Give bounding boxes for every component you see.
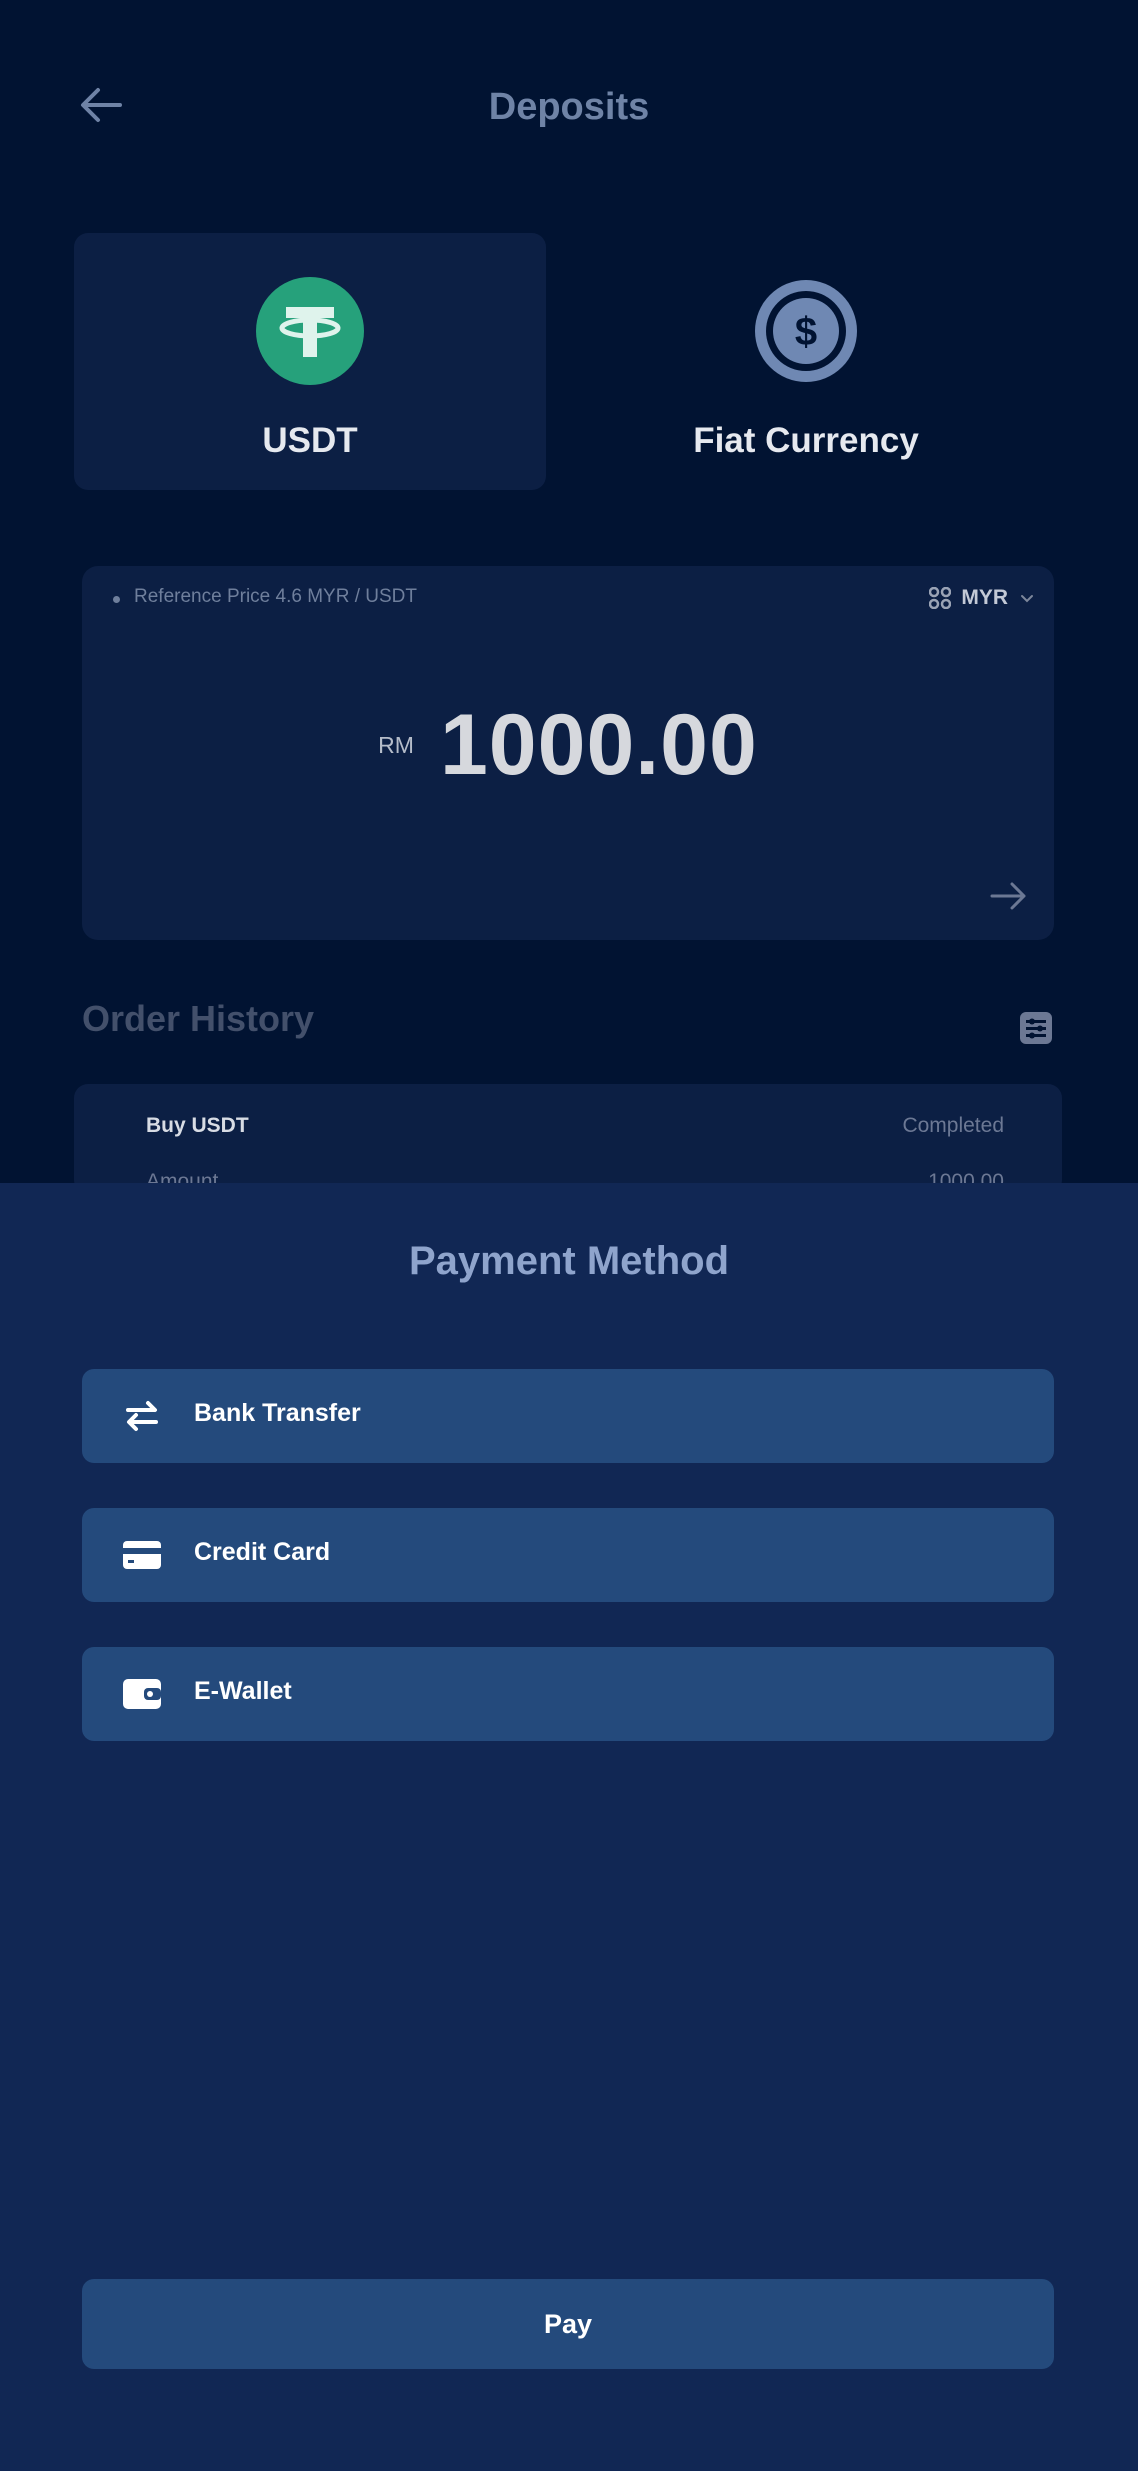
- currency-selector[interactable]: MYR: [929, 580, 1036, 616]
- payment-option-label: Bank Transfer: [194, 1399, 361, 1427]
- amount-display[interactable]: RM 1000.00: [82, 696, 1054, 795]
- wallet-icon: [123, 1679, 161, 1709]
- payment-option-label: E-Wallet: [194, 1677, 292, 1705]
- chevron-down-icon: [1021, 595, 1033, 603]
- payment-option-e-wallet[interactable]: E-Wallet: [82, 1647, 1054, 1741]
- history-filter-button[interactable]: [1018, 1010, 1054, 1046]
- amount-value: 1000.00: [439, 697, 758, 793]
- dollar-coin-icon: $: [752, 277, 860, 385]
- transfer-arrows-icon: [126, 1401, 158, 1431]
- arrow-right-icon: [990, 882, 1026, 910]
- next-button[interactable]: [986, 876, 1030, 916]
- currency-prefix: RM: [378, 732, 414, 758]
- order-status: Completed: [902, 1114, 1004, 1137]
- order-history-title: Order History: [82, 998, 315, 1039]
- svg-text:$: $: [795, 310, 817, 354]
- currency-grid-icon: [929, 587, 952, 609]
- list-filter-icon: [1020, 1012, 1052, 1044]
- reference-price: Reference Price 4.6 MYR / USDT: [134, 586, 417, 607]
- tab-fiat-currency[interactable]: $ Fiat Currency: [570, 233, 1042, 490]
- tab-fiat-label: Fiat Currency: [693, 421, 919, 460]
- payment-method-title: Payment Method: [408, 1239, 730, 1283]
- amount-card: Reference Price 4.6 MYR / USDT MYR RM 100…: [82, 566, 1054, 940]
- order-item[interactable]: Buy USDT Completed Amount 1000.00: [74, 1084, 1062, 1194]
- payment-option-bank-transfer[interactable]: Bank Transfer: [82, 1369, 1054, 1463]
- tether-icon: [256, 277, 364, 385]
- pay-button[interactable]: Pay: [82, 2279, 1054, 2369]
- payment-option-credit-card[interactable]: Credit Card: [82, 1508, 1054, 1602]
- currency-code: MYR: [961, 586, 1008, 609]
- payment-option-label: Credit Card: [194, 1538, 331, 1566]
- payment-method-sheet: Payment Method Bank Transfer Credit Card…: [0, 1183, 1138, 2471]
- credit-card-icon: [123, 1541, 161, 1569]
- tab-usdt[interactable]: USDT: [74, 233, 546, 490]
- reference-bullet: [113, 596, 120, 603]
- page-title: Deposits: [488, 86, 650, 128]
- tab-usdt-label: USDT: [262, 421, 358, 460]
- order-type: Buy USDT: [146, 1114, 249, 1137]
